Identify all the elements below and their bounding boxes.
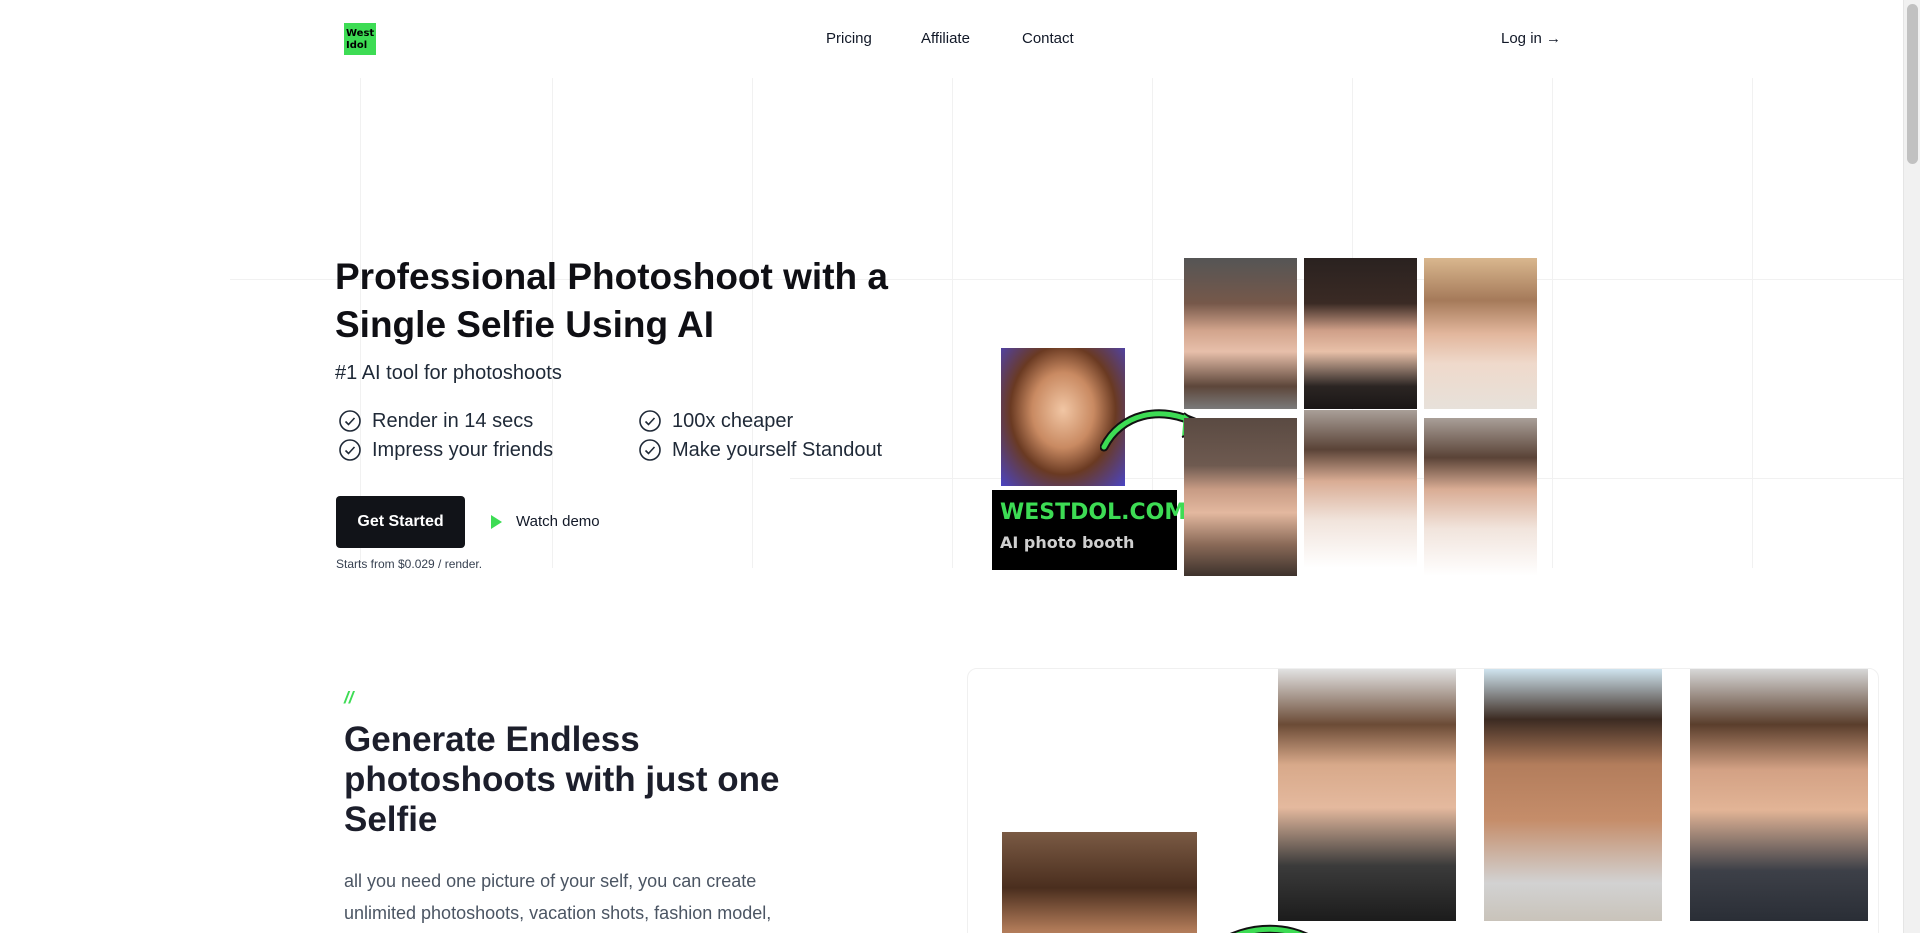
top-nav: West Idol Pricing Affiliate Contact Log … <box>0 0 1903 78</box>
price-note: Starts from $0.029 / render. <box>336 557 483 571</box>
hero-title: Professional Photoshoot with a Single Se… <box>335 256 888 345</box>
feature-label: 100x cheaper <box>672 409 794 432</box>
nav-link-contact[interactable]: Contact <box>1022 30 1074 47</box>
logo[interactable]: West Idol <box>344 23 376 55</box>
generated-photo <box>1184 258 1297 409</box>
feature-item: Make yourself Standout <box>638 438 882 462</box>
nav-link-affiliate[interactable]: Affiliate <box>921 30 970 47</box>
page-scrollbar[interactable] <box>1903 0 1920 933</box>
ai-photo-booth-banner: WESTDOL.COM AI photo booth <box>992 490 1187 570</box>
generated-photo <box>1484 669 1662 921</box>
booth-caption-text: AI photo booth <box>1000 533 1135 552</box>
booth-site-text: WESTDOL.COM <box>1000 500 1187 525</box>
showcase-card <box>967 668 1879 933</box>
feature-label: Render in 14 secs <box>372 409 534 432</box>
hero-subtitle: #1 AI tool for photoshoots <box>335 362 562 384</box>
generated-photo <box>1278 669 1456 921</box>
check-circle-icon <box>339 439 361 461</box>
login-link[interactable]: Log in → <box>1501 30 1561 47</box>
feature-item: Render in 14 secs <box>338 409 533 433</box>
arrow-icon <box>1230 924 1308 933</box>
source-selfie-photo <box>1002 832 1197 933</box>
watch-demo-label: Watch demo <box>516 513 600 530</box>
generated-photo <box>1424 258 1537 409</box>
get-started-button[interactable]: Get Started <box>336 496 465 548</box>
check-circle-icon <box>639 410 661 432</box>
section-body: all you need one picture of your self, y… <box>344 871 772 923</box>
check-circle-icon <box>339 410 361 432</box>
section-title: Generate Endless photoshoots with just o… <box>344 720 780 839</box>
feature-label: Make yourself Standout <box>672 438 883 461</box>
check-circle-icon <box>639 439 661 461</box>
page: West Idol Pricing Affiliate Contact Log … <box>0 0 1920 933</box>
nav-link-pricing[interactable]: Pricing <box>826 30 872 47</box>
generated-photo <box>1304 258 1417 409</box>
generated-photo <box>1184 418 1297 576</box>
scrollbar-thumb[interactable] <box>1907 4 1918 164</box>
play-icon <box>491 514 502 529</box>
section-marker: // <box>344 688 354 707</box>
watch-demo-button[interactable]: Watch demo <box>491 513 600 530</box>
feature-item: Impress your friends <box>338 438 553 462</box>
generated-photo <box>1304 410 1417 568</box>
feature-label: Impress your friends <box>372 438 554 461</box>
generated-photo <box>1424 418 1537 576</box>
generated-photo <box>1690 669 1868 921</box>
feature-item: 100x cheaper <box>638 409 793 433</box>
